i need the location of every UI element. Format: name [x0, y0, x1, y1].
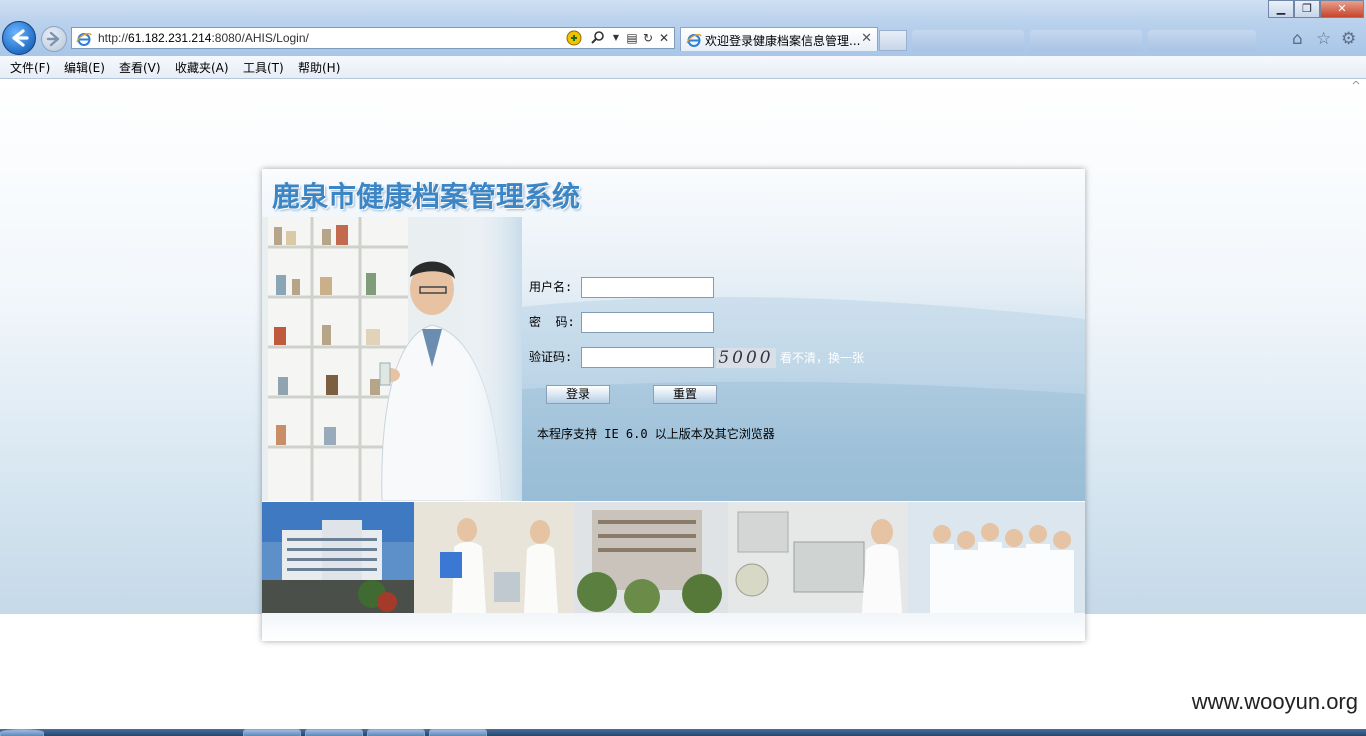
menu-bar: 文件(F) 编辑(E) 查看(V) 收藏夹(A) 工具(T) 帮助(H) — [0, 56, 1366, 79]
menu-file[interactable]: 文件(F) — [10, 59, 50, 76]
ie-logo-icon — [686, 34, 702, 47]
pharmacist-illustration — [262, 217, 522, 501]
window-controls: ▁ ❐ ✕ — [1268, 0, 1364, 19]
laboratory-photo — [728, 502, 908, 613]
tab-title: 欢迎登录健康档案信息管理... — [705, 34, 861, 48]
rss-feed-icon[interactable]: ▤ — [624, 30, 640, 46]
url-text[interactable]: http://61.182.231.214:8080/AHIS/Login/ — [98, 31, 309, 45]
hospital-exterior-photo — [574, 502, 728, 613]
home-icon[interactable]: ⌂ — [1292, 29, 1303, 49]
login-hero-area: 鹿泉市健康档案管理系统 用户名: 密 码: 验证码: 5000 看不清，换一张 … — [262, 169, 1085, 501]
hospital-photo-strip — [262, 502, 1085, 613]
scrollbar[interactable] — [1352, 81, 1360, 721]
forward-arrow-icon — [46, 31, 60, 47]
browser-support-note: 本程序支持 IE 6.0 以上版本及其它浏览器 — [537, 427, 775, 441]
refresh-captcha-link[interactable]: 看不清，换一张 — [780, 349, 864, 366]
address-bar[interactable]: http://61.182.231.214:8080/AHIS/Login/ ▼… — [71, 27, 675, 49]
search-icon[interactable] — [590, 30, 606, 46]
hospital-building-photo — [262, 502, 414, 613]
browser-titlebar: http://61.182.231.214:8080/AHIS/Login/ ▼… — [0, 0, 1366, 56]
menu-help[interactable]: 帮助(H) — [298, 59, 340, 76]
username-input[interactable] — [581, 277, 714, 298]
login-panel: 鹿泉市健康档案管理系统 用户名: 密 码: 验证码: 5000 看不清，换一张 … — [262, 169, 1085, 641]
nurses-photo — [414, 502, 574, 613]
ie-logo-icon — [76, 33, 92, 46]
forward-button[interactable] — [41, 26, 67, 52]
username-label: 用户名: — [529, 280, 573, 294]
compatibility-view-icon[interactable] — [566, 30, 582, 46]
menu-tools[interactable]: 工具(T) — [243, 59, 284, 76]
new-tab-button[interactable] — [879, 30, 907, 51]
system-title: 鹿泉市健康档案管理系统 — [272, 180, 581, 213]
stop-icon[interactable]: ✕ — [656, 30, 672, 46]
background-tab[interactable] — [1030, 30, 1142, 51]
page-viewport: 鹿泉市健康档案管理系统 用户名: 密 码: 验证码: 5000 看不清，换一张 … — [0, 79, 1366, 729]
windows-taskbar — [0, 729, 1366, 736]
reset-button[interactable]: 重置 — [653, 385, 717, 404]
taskbar-item[interactable] — [367, 729, 425, 736]
medical-staff-group-photo — [908, 502, 1085, 613]
back-button[interactable] — [2, 21, 36, 55]
captcha-input[interactable] — [581, 347, 714, 368]
tab-login-page[interactable]: 欢迎登录健康档案信息管理... ✕ — [680, 27, 878, 51]
settings-gear-icon[interactable]: ⚙ — [1341, 29, 1356, 49]
background-tab[interactable] — [912, 30, 1024, 51]
watermark: www.wooyun.org — [1191, 689, 1358, 714]
restore-button[interactable]: ❐ — [1294, 0, 1320, 18]
back-arrow-icon — [12, 29, 29, 47]
menu-edit[interactable]: 编辑(E) — [64, 59, 105, 76]
password-input[interactable] — [581, 312, 714, 333]
minimize-button[interactable]: ▁ — [1268, 0, 1294, 18]
taskbar-item[interactable] — [305, 729, 363, 736]
background-tab[interactable] — [1148, 30, 1256, 51]
window-close-button[interactable]: ✕ — [1320, 0, 1364, 18]
login-button[interactable]: 登录 — [546, 385, 610, 404]
captcha-label: 验证码: — [529, 350, 573, 364]
menu-view[interactable]: 查看(V) — [119, 59, 161, 76]
tab-close-icon[interactable]: ✕ — [861, 31, 872, 46]
menu-favorites[interactable]: 收藏夹(A) — [175, 59, 229, 76]
password-label: 密 码: — [529, 315, 575, 329]
favorites-star-icon[interactable]: ☆ — [1316, 29, 1331, 49]
captcha-image[interactable]: 5000 — [716, 348, 776, 368]
start-button[interactable] — [0, 729, 44, 736]
taskbar-item[interactable] — [243, 729, 301, 736]
login-panel-footer — [262, 613, 1085, 641]
refresh-icon[interactable]: ↻ — [640, 30, 656, 46]
search-dropdown-icon[interactable]: ▼ — [608, 30, 624, 46]
taskbar-item[interactable] — [429, 729, 487, 736]
